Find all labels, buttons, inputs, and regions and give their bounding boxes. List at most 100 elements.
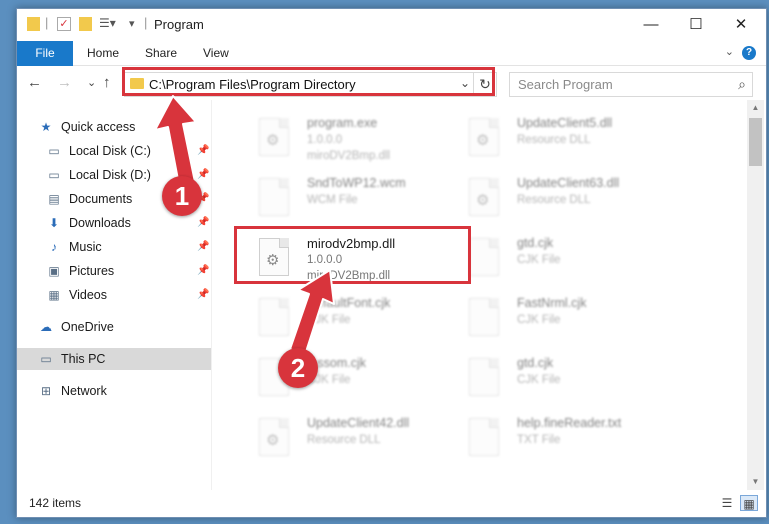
pin-icon[interactable]: 📌: [197, 164, 209, 186]
tiles-view-icon[interactable]: ▦: [740, 495, 758, 511]
ribbon-tabs: File Home Share View ⌄ ?: [17, 41, 766, 97]
file-item[interactable]: ⚙ UpdateClient63.dll Resource DLL: [443, 174, 653, 230]
sidebar-item-label: Network: [61, 384, 107, 398]
back-button[interactable]: ←: [27, 74, 42, 91]
file-name: gtd.cjk: [517, 236, 554, 250]
gear-icon: ⚙: [476, 132, 490, 149]
file-icon: [259, 298, 289, 336]
file-name: SndToWP12.wcm: [307, 176, 406, 190]
pin-icon[interactable]: 📌: [197, 260, 209, 282]
sidebar-item-label: Local Disk (D:): [69, 168, 151, 182]
file-icon: [469, 238, 499, 276]
sidebar-item-onedrive[interactable]: ☁ OneDrive: [17, 316, 211, 338]
file-icon: [469, 358, 499, 396]
tab-share[interactable]: Share: [145, 41, 177, 65]
step-1-badge: 1: [162, 176, 202, 216]
address-highlight-box: [122, 67, 495, 96]
file-name: gtd.cjk: [517, 356, 554, 370]
pin-icon[interactable]: 📌: [197, 284, 209, 306]
expand-ribbon-icon[interactable]: ⌄: [725, 45, 734, 58]
file-detail: Resource DLL: [517, 134, 591, 146]
sidebar-item-music[interactable]: ♪ Music 📌: [17, 236, 211, 258]
file-item[interactable]: FastNrml.cjk CJK File: [443, 294, 653, 350]
file-item[interactable]: ⚙ UpdateClient42.dll Resource DLL: [233, 414, 443, 470]
forward-button[interactable]: →: [57, 74, 72, 91]
pin-icon[interactable]: 📌: [197, 140, 209, 162]
scroll-up-icon[interactable]: ▲: [747, 100, 764, 116]
pin-icon[interactable]: 📌: [197, 236, 209, 258]
drive-icon: ▭: [48, 144, 60, 158]
sidebar-item-label: Videos: [69, 288, 107, 302]
file-item[interactable]: gtd.cjk CJK File: [443, 354, 653, 410]
separator-icon: |: [144, 15, 148, 30]
search-placeholder: Search Program: [518, 77, 613, 92]
gear-icon: ⚙: [476, 192, 490, 209]
sidebar-item-this-pc[interactable]: ▭ This PC: [17, 348, 211, 370]
sidebar-item-label: Quick access: [61, 120, 136, 134]
folder-icon: [27, 17, 40, 31]
dll-file-icon: ⚙: [259, 418, 289, 456]
file-name: UpdateClient63.dll: [517, 176, 620, 190]
properties-icon[interactable]: ✓: [57, 17, 71, 31]
file-item[interactable]: ...ssom.cjk CJK File: [233, 354, 443, 410]
up-button[interactable]: ↑: [103, 74, 111, 91]
tab-home[interactable]: Home: [87, 41, 119, 65]
navigation-pane: ★ Quick access ▭ Local Disk (C:) 📌 ▭ Local Dis…: [17, 100, 212, 490]
file-detail: CJK File: [517, 314, 561, 326]
vertical-scrollbar[interactable]: ▲ ▼: [747, 100, 764, 490]
network-icon: ⊞: [40, 384, 52, 398]
sidebar-item-quick-access[interactable]: ★ Quick access: [17, 116, 211, 138]
cloud-icon: ☁: [40, 320, 52, 334]
scroll-down-icon[interactable]: ▼: [747, 474, 764, 490]
maximize-button[interactable]: ☐: [673, 9, 719, 41]
file-detail: 1.0.0.0: [307, 134, 343, 146]
file-name: FastNrml.cjk: [517, 296, 587, 310]
item-count: 142 items: [29, 496, 82, 510]
sidebar-item-label: Local Disk (C:): [69, 144, 151, 158]
help-icon[interactable]: ?: [742, 46, 756, 60]
file-item[interactable]: ⚙ UpdateClient5.dll Resource DLL: [443, 114, 653, 170]
close-button[interactable]: ✕: [718, 9, 764, 41]
dll-file-icon: ⚙: [469, 118, 499, 156]
details-view-icon[interactable]: ☰: [718, 495, 736, 511]
sidebar-item-network[interactable]: ⊞ Network: [17, 380, 211, 402]
scroll-thumb[interactable]: [749, 118, 762, 166]
file-list: ⚙ program.exe 1.0.0.0 miroDV2Bmp.dll ⚙ Update…: [213, 100, 746, 490]
sidebar-item-label: This PC: [61, 352, 106, 366]
computer-icon: ▭: [40, 352, 52, 366]
file-detail: miroDV2Bmp.dll: [307, 150, 391, 162]
sidebar-item-label: Music: [69, 240, 102, 254]
file-name: program.exe: [307, 116, 378, 130]
dll-file-icon: ⚙: [259, 118, 289, 156]
search-input[interactable]: Search Program ⌕: [509, 72, 753, 97]
minimize-button[interactable]: —: [628, 9, 674, 41]
file-item[interactable]: help.fineReader.txt TXT File: [443, 414, 653, 470]
file-item[interactable]: gtd.cjk CJK File: [443, 234, 653, 290]
sidebar-item-label: OneDrive: [61, 320, 114, 334]
recent-locations-icon[interactable]: ⌄: [87, 76, 96, 89]
search-icon[interactable]: ⌕: [738, 76, 746, 93]
star-icon: ★: [40, 120, 52, 134]
file-item[interactable]: SndToWP12.wcm WCM File: [233, 174, 443, 230]
file-item[interactable]: DefaultFont.cjk CJK File: [233, 294, 443, 350]
sidebar-item-videos[interactable]: ▦ Videos 📌: [17, 284, 211, 306]
customize-toolbar-icon[interactable]: ☰▾: [99, 16, 116, 32]
file-name: UpdateClient42.dll: [307, 416, 410, 430]
quick-access-dropdown-icon[interactable]: ▾: [129, 17, 135, 33]
downloads-icon: ⬇: [48, 216, 60, 230]
file-detail: Resource DLL: [307, 434, 381, 446]
sidebar-item-label: Pictures: [69, 264, 115, 278]
new-folder-icon[interactable]: [79, 17, 92, 31]
file-detail: TXT File: [517, 434, 561, 446]
file-item[interactable]: ⚙ program.exe 1.0.0.0 miroDV2Bmp.dll: [233, 114, 443, 170]
sidebar-item-local-disk-c[interactable]: ▭ Local Disk (C:) 📌: [17, 140, 211, 162]
pin-icon[interactable]: 📌: [197, 212, 209, 234]
file-highlight-box: [234, 226, 471, 284]
pictures-icon: ▣: [48, 264, 60, 278]
file-detail: Resource DLL: [517, 194, 591, 206]
sidebar-item-label: Documents: [69, 192, 133, 206]
tab-view[interactable]: View: [203, 41, 229, 65]
file-name: DefaultFont.cjk: [307, 296, 391, 310]
sidebar-item-pictures[interactable]: ▣ Pictures 📌: [17, 260, 211, 282]
file-icon: [469, 298, 499, 336]
